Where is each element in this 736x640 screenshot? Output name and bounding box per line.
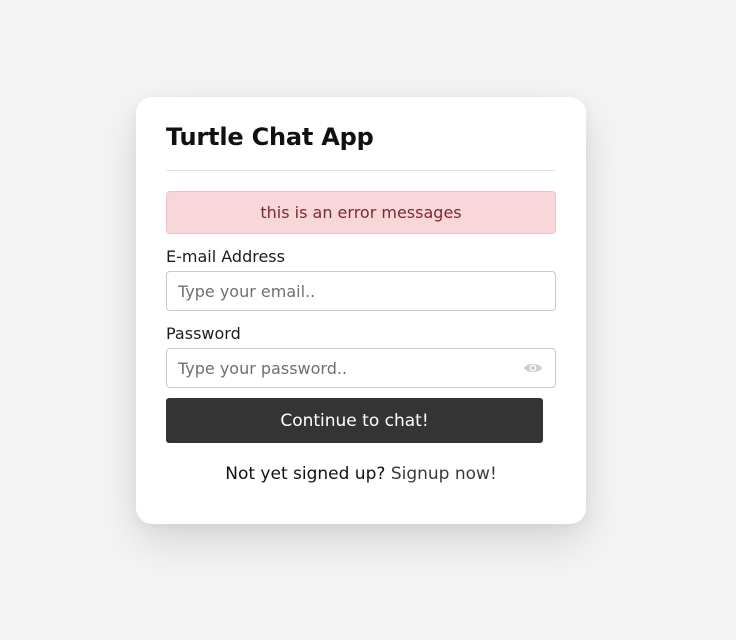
email-label: E-mail Address — [166, 247, 285, 266]
signup-link[interactable]: Signup now! — [391, 464, 497, 484]
email-field-wrapper — [166, 271, 556, 311]
email-field[interactable] — [167, 272, 555, 310]
signup-prompt-line: Not yet signed up? Signup now! — [166, 464, 556, 484]
password-field-wrapper — [166, 348, 556, 388]
app-title: Turtle Chat App — [166, 123, 374, 151]
error-alert: this is an error messages — [166, 191, 556, 234]
password-label: Password — [166, 324, 241, 343]
login-card: Turtle Chat App this is an error message… — [136, 97, 586, 524]
title-divider — [166, 170, 556, 171]
eye-icon[interactable] — [523, 360, 543, 376]
continue-to-chat-button[interactable]: Continue to chat! — [166, 398, 543, 443]
signup-prompt-text: Not yet signed up? — [225, 464, 386, 484]
password-field[interactable] — [167, 349, 555, 387]
error-message: this is an error messages — [260, 203, 462, 222]
